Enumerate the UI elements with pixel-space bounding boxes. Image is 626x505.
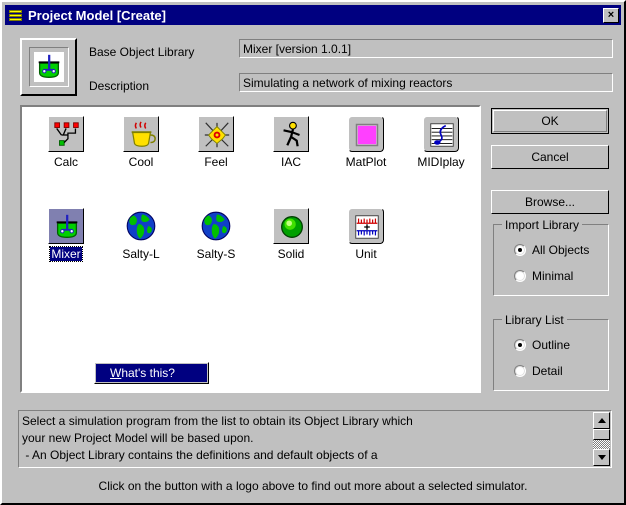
base-object-library-label: Base Object Library xyxy=(89,45,194,59)
status-bar: Click on the button with a logo above to… xyxy=(5,475,621,501)
radio-label: Outline xyxy=(532,338,570,352)
icon-item-matplot[interactable]: MatPlot xyxy=(330,115,402,169)
icon-item-unit[interactable]: Unit xyxy=(330,207,402,261)
steaming-cup-icon xyxy=(122,115,160,153)
help-text: Select a simulation program from the lis… xyxy=(22,413,582,464)
icon-label: Mixer xyxy=(50,247,81,261)
icon-item-salty-l[interactable]: Salty-L xyxy=(105,207,177,261)
icon-item-mixer[interactable]: Mixer xyxy=(30,207,102,261)
window-title: Project Model [Create] xyxy=(28,8,603,23)
context-menu-item-whats-this[interactable]: What's this? xyxy=(96,364,207,382)
starburst-icon xyxy=(197,115,235,153)
import-library-title: Import Library xyxy=(502,218,582,232)
triangle-up-icon xyxy=(598,418,606,423)
scroll-down-button[interactable] xyxy=(593,449,610,466)
radio-label: Minimal xyxy=(532,269,573,283)
icon-label: MatPlot xyxy=(345,155,388,169)
cancel-button[interactable]: Cancel xyxy=(491,145,609,169)
ok-button[interactable]: OK xyxy=(491,108,609,134)
icon-label: MIDIplay xyxy=(416,155,465,169)
radio-all-objects[interactable]: All Objects xyxy=(514,243,589,257)
globe-icon xyxy=(197,207,235,245)
music-staff-icon xyxy=(422,115,460,153)
radio-indicator-icon xyxy=(514,270,526,282)
library-list-title: Library List xyxy=(502,313,567,327)
icon-item-calc[interactable]: Calc xyxy=(30,115,102,169)
description-label: Description xyxy=(89,79,149,93)
library-list-group: Library List Outline Detail xyxy=(493,319,609,391)
radio-label: All Objects xyxy=(532,243,589,257)
globe-icon xyxy=(122,207,160,245)
radio-detail[interactable]: Detail xyxy=(514,364,563,378)
icon-item-feel[interactable]: Feel xyxy=(180,115,252,169)
description-value: Simulating a network of mixing reactors xyxy=(239,73,613,92)
icon-item-iac[interactable]: IAC xyxy=(255,115,327,169)
ruler-scale-icon xyxy=(347,207,385,245)
simulator-icon-list[interactable]: Calc Cool xyxy=(20,105,481,393)
icon-label: Solid xyxy=(277,247,306,261)
radio-minimal[interactable]: Minimal xyxy=(514,269,573,283)
icon-label: Unit xyxy=(354,247,377,261)
base-object-library-value: Mixer [version 1.0.1] xyxy=(239,39,613,58)
project-model-dialog: Project Model [Create] × Base Object Lib… xyxy=(0,0,626,505)
running-person-icon xyxy=(272,115,310,153)
icon-label: Salty-L xyxy=(121,247,160,261)
ok-button-label: OK xyxy=(493,110,607,132)
radio-label: Detail xyxy=(532,364,563,378)
icon-item-solid[interactable]: Solid xyxy=(255,207,327,261)
help-text-box[interactable]: Select a simulation program from the lis… xyxy=(18,410,612,468)
radio-indicator-icon xyxy=(514,244,526,256)
context-menu[interactable]: What's this? xyxy=(94,362,209,384)
icon-label: IAC xyxy=(280,155,302,169)
help-scrollbar[interactable] xyxy=(593,412,610,466)
scrollbar-thumb[interactable] xyxy=(593,429,610,440)
radio-indicator-icon xyxy=(514,365,526,377)
title-bar[interactable]: Project Model [Create] × xyxy=(5,5,621,25)
radio-outline[interactable]: Outline xyxy=(514,338,570,352)
mixer-vessel-icon xyxy=(47,207,85,245)
icon-label: Calc xyxy=(53,155,79,169)
icon-item-cool[interactable]: Cool xyxy=(105,115,177,169)
icon-label: Salty-S xyxy=(196,247,237,261)
import-library-group: Import Library All Objects Minimal xyxy=(493,224,609,296)
close-button[interactable]: × xyxy=(603,8,619,23)
icon-label: Feel xyxy=(203,155,228,169)
mixer-vessel-icon xyxy=(34,52,64,82)
icon-item-midiplay[interactable]: MIDIplay xyxy=(405,115,477,169)
green-sphere-icon xyxy=(272,207,310,245)
stack-layers-icon xyxy=(8,8,24,23)
flowchart-nodes-icon xyxy=(47,115,85,153)
library-logo-button[interactable] xyxy=(20,38,77,96)
icon-label: Cool xyxy=(128,155,155,169)
scroll-up-button[interactable] xyxy=(593,412,610,429)
browse-button[interactable]: Browse... xyxy=(491,190,609,214)
triangle-down-icon xyxy=(598,455,606,460)
radio-indicator-icon xyxy=(514,339,526,351)
magenta-plot-icon xyxy=(347,115,385,153)
icon-item-salty-s[interactable]: Salty-S xyxy=(180,207,252,261)
